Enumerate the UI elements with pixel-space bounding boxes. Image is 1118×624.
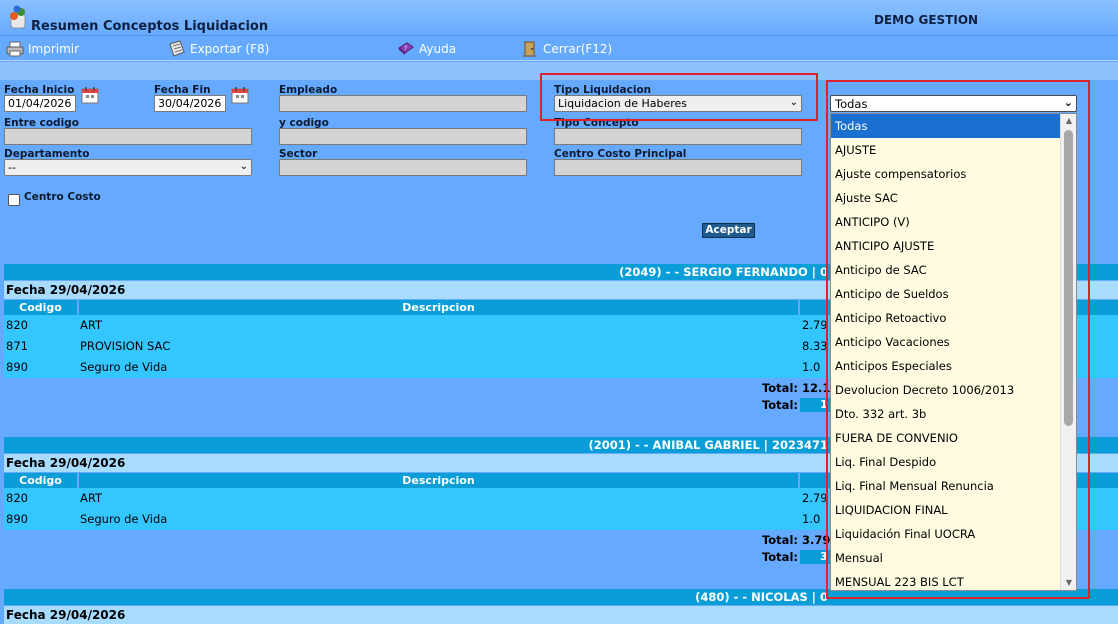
highlight-box-tipo-liquidacion (540, 73, 818, 121)
row-valor: 1.0 (802, 360, 821, 374)
row-codigo: 820 (6, 491, 28, 505)
departamento-value: -- (8, 161, 16, 174)
col-codigo-header: Codigo (4, 473, 77, 488)
row-descripcion: Seguro de Vida (80, 360, 168, 374)
print-label: Imprimir (28, 42, 80, 56)
row-valor: 2.79 (802, 318, 828, 332)
close-label: Cerrar(F12) (543, 42, 613, 56)
fecha-fin-input[interactable]: 30/04/2026 (154, 95, 226, 112)
total-label: Total: (761, 381, 798, 395)
row-codigo: 820 (6, 318, 28, 332)
sector-input[interactable] (279, 159, 527, 176)
company-name: DEMO GESTION (874, 13, 979, 27)
help-book-icon: ? (398, 42, 414, 55)
svg-text:?: ? (404, 45, 407, 52)
col-descripcion-header: Descripcion (79, 300, 798, 315)
row-valor: 8.33 (802, 339, 828, 353)
help-label: Ayuda (419, 42, 457, 56)
centro-costo-label: Centro Costo (24, 191, 101, 203)
export-label: Exportar (F8) (190, 42, 270, 56)
chevron-down-icon: ⌄ (239, 161, 248, 172)
total-label: Total: (761, 398, 798, 412)
aceptar-button[interactable]: Aceptar (702, 223, 755, 238)
group-date: Fecha 29/04/2026 (4, 606, 1118, 624)
empleado-input[interactable] (279, 95, 527, 112)
door-exit-icon (523, 41, 536, 57)
row-descripcion: PROVISION SAC (80, 339, 171, 353)
col-codigo-header: Codigo (4, 300, 77, 315)
title-bar: Resumen Conceptos Liquidacion DEMO GESTI… (0, 0, 1118, 36)
row-descripcion: Seguro de Vida (80, 512, 168, 526)
total-label: Total: (761, 533, 798, 547)
toolbar: Imprimir Exportar (F8) ? Ayuda Cerrar(F1… (0, 37, 1118, 61)
export-icon (169, 40, 185, 57)
fecha-inicio-input[interactable]: 01/04/2026 (4, 95, 76, 112)
row-valor: 2.79 (802, 491, 828, 505)
help-button[interactable]: ? Ayuda (397, 40, 456, 58)
printer-icon (6, 41, 24, 57)
highlight-box-dropdown (826, 80, 1090, 599)
total-label: Total: (761, 550, 798, 564)
export-button[interactable]: Exportar (F8) (168, 40, 269, 58)
col-descripcion-header: Descripcion (79, 473, 798, 488)
close-button[interactable]: Cerrar(F12) (521, 40, 612, 58)
row-descripcion: ART (80, 491, 103, 505)
centro-costo-checkbox[interactable] (8, 194, 20, 206)
y-codigo-input[interactable] (279, 128, 527, 145)
row-descripcion: ART (80, 318, 103, 332)
calendar-icon[interactable] (80, 85, 102, 105)
row-codigo: 871 (6, 339, 28, 353)
centro-costo-principal-input[interactable] (554, 159, 802, 176)
calendar-icon[interactable] (230, 85, 252, 105)
tipo-concepto-input[interactable] (554, 128, 802, 145)
row-codigo: 890 (6, 512, 28, 526)
entre-codigo-input[interactable] (4, 128, 252, 145)
page-title: Resumen Conceptos Liquidacion (31, 19, 269, 34)
row-valor: 1.0 (802, 512, 821, 526)
print-button[interactable]: Imprimir (6, 40, 79, 58)
departamento-select[interactable]: -- ⌄ (4, 159, 252, 176)
app-logo-icon (10, 5, 26, 29)
row-codigo: 890 (6, 360, 28, 374)
